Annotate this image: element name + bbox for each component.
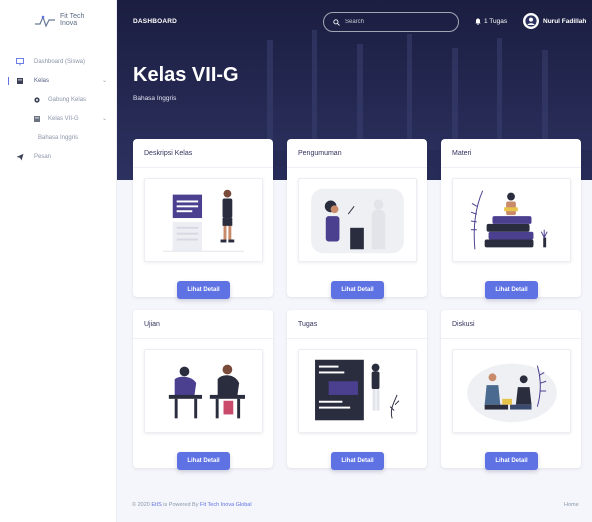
- sidebar-item-dashboard[interactable]: Dashboard (Siswa): [0, 52, 117, 71]
- sidebar: Fit Tech Inova Dashboard (Siswa) Kelas ⌄…: [0, 0, 117, 522]
- sidebar-nav: Dashboard (Siswa) Kelas ⌄ Gabung Kelas K…: [0, 52, 117, 166]
- brand-logo-icon: [35, 15, 55, 28]
- search-input[interactable]: [345, 19, 445, 25]
- gear-icon: [33, 96, 41, 104]
- lihat-detail-button[interactable]: Lihat Detail: [331, 281, 384, 299]
- lihat-detail-button[interactable]: Lihat Detail: [177, 281, 230, 299]
- sidebar-item-label: Gabung Kelas: [48, 96, 87, 103]
- monitor-icon: [16, 57, 24, 66]
- user-menu[interactable]: Nurul Fadillah: [523, 13, 586, 29]
- class-title: Kelas VII-G: [133, 64, 239, 86]
- class-subject: Bahasa Inggris: [133, 95, 177, 102]
- chevron-down-icon: ⌄: [101, 116, 107, 122]
- footer-copyright: © 2020 EtIS is Powered By Fit Tech Inova…: [132, 502, 252, 508]
- sidebar-item-label: Bahasa Inggris: [38, 134, 79, 141]
- lihat-detail-button[interactable]: Lihat Detail: [177, 452, 230, 470]
- chevron-down-icon: ⌄: [101, 78, 107, 84]
- card-tugas: Tugas Lihat Detail: [287, 310, 427, 470]
- card-illustration: [144, 178, 263, 262]
- announcement-illustration: [311, 188, 404, 254]
- card-illustration: [452, 178, 571, 262]
- card-deskripsi-kelas: Deskripsi Kelas Lihat Detail: [133, 139, 273, 299]
- sidebar-item-label: Pesan: [34, 153, 52, 160]
- discussion-illustration: [467, 363, 557, 423]
- card-title: Diskusi: [452, 321, 475, 328]
- user-name: Nurul Fadillah: [543, 17, 587, 25]
- presentation-illustration: [162, 189, 245, 252]
- card-title: Materi: [452, 150, 472, 157]
- sidebar-item-label: Kelas VII-G: [48, 115, 79, 122]
- card-ujian: Ujian Lihat Detail: [133, 310, 273, 470]
- card-illustration: [298, 349, 417, 433]
- footer-company-link[interactable]: Fit Tech Inova Global: [200, 502, 252, 508]
- class-icon: [16, 77, 24, 85]
- sidebar-item-label: Kelas: [34, 77, 50, 84]
- sidebar-item-gabung-kelas[interactable]: Gabung Kelas: [0, 90, 117, 109]
- sidebar-item-label: Dashboard (Siswa): [34, 58, 86, 65]
- books-illustration: [470, 190, 548, 250]
- brand-name: Fit Tech Inova: [60, 13, 84, 27]
- tugas-count: 1 Tugas: [484, 18, 508, 25]
- footer-prefix: © 2020: [132, 502, 150, 508]
- sidebar-item-bahasa-inggris[interactable]: Bahasa Inggris: [0, 128, 117, 147]
- brand-line-1: Fit Tech: [60, 13, 85, 20]
- sidebar-item-kelas[interactable]: Kelas ⌄: [0, 71, 117, 90]
- lihat-detail-button[interactable]: Lihat Detail: [331, 452, 384, 470]
- search-icon: [333, 18, 340, 26]
- card-divider: [133, 167, 273, 168]
- card-title: Pengumuman: [298, 150, 342, 157]
- task-board-illustration: [315, 359, 400, 421]
- exam-illustration: [168, 364, 245, 419]
- card-divider: [441, 338, 581, 339]
- active-indicator: [8, 77, 9, 85]
- class-icon: [33, 115, 41, 123]
- card-divider: [287, 167, 427, 168]
- sidebar-item-pesan[interactable]: Pesan: [0, 147, 117, 166]
- tugas-notification[interactable]: 1 Tugas: [475, 18, 507, 25]
- send-icon: [16, 153, 24, 161]
- avatar: [523, 13, 539, 29]
- user-icon: [525, 15, 537, 27]
- card-diskusi: Diskusi Lihat Detail: [441, 310, 581, 470]
- card-illustration: [144, 349, 263, 433]
- footer-middle: is Powered By: [163, 502, 199, 508]
- card-pengumuman: Pengumuman Lihat Detail: [287, 139, 427, 299]
- page-title: DASHBOARD: [133, 18, 178, 25]
- card-title: Tugas: [298, 321, 318, 328]
- card-title: Ujian: [144, 321, 160, 328]
- card-illustration: [452, 349, 571, 433]
- card-divider: [133, 338, 273, 339]
- card-divider: [287, 338, 427, 339]
- bell-icon: [475, 18, 481, 25]
- lihat-detail-button[interactable]: Lihat Detail: [485, 281, 538, 299]
- card-materi: Materi Lihat Detail: [441, 139, 581, 299]
- search-box[interactable]: [323, 12, 459, 32]
- sidebar-item-kelas-vii-g[interactable]: Kelas VII-G ⌄: [0, 109, 117, 128]
- footer-home-link[interactable]: Home: [564, 502, 579, 508]
- brand[interactable]: Fit Tech Inova: [34, 12, 84, 28]
- lihat-detail-button[interactable]: Lihat Detail: [485, 452, 538, 470]
- card-illustration: [298, 178, 417, 262]
- card-divider: [441, 167, 581, 168]
- brand-line-2: Inova: [60, 20, 78, 27]
- footer-app-link[interactable]: EtIS: [151, 502, 161, 508]
- card-title: Deskripsi Kelas: [144, 150, 193, 157]
